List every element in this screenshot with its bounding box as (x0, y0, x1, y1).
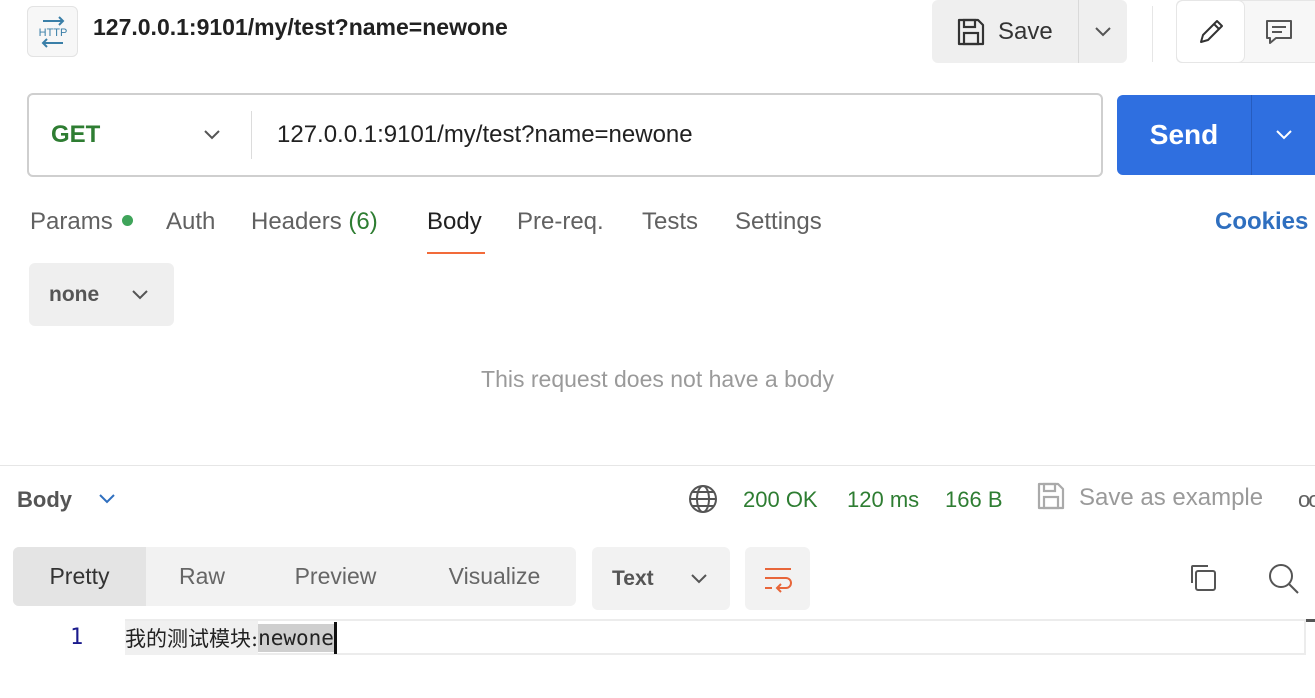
chevron-down-icon (1275, 130, 1292, 140)
tab-prereq[interactable]: Pre-req. (517, 208, 604, 236)
editor-scroll-marker (1306, 619, 1315, 622)
view-tab-pretty[interactable]: Pretty (13, 547, 146, 606)
send-options-button[interactable] (1251, 95, 1315, 175)
response-status[interactable]: 200 OK (743, 487, 818, 513)
toolbar-divider (1152, 6, 1153, 62)
comments-button[interactable] (1244, 1, 1314, 62)
more-options-button[interactable]: oo (1298, 487, 1315, 513)
tab-body[interactable]: Body (427, 208, 482, 236)
globe-icon[interactable] (687, 483, 719, 515)
format-label: Text (612, 566, 654, 590)
code-text-highlighted: newone (258, 624, 334, 652)
pane-divider[interactable] (0, 465, 1315, 466)
text-cursor (333, 622, 337, 654)
view-tab-visualize[interactable]: Visualize (413, 547, 576, 606)
floppy-disk-icon (1037, 482, 1065, 510)
save-as-example-button[interactable]: Save as example (1079, 484, 1263, 512)
method-label: GET (51, 121, 101, 148)
tab-headers[interactable]: Headers (6) (251, 208, 378, 236)
chevron-down-icon (132, 289, 148, 299)
response-time[interactable]: 120 ms (847, 487, 919, 513)
edit-button[interactable] (1177, 1, 1244, 62)
line-number: 1 (70, 625, 84, 650)
send-button[interactable]: Send (1117, 95, 1251, 175)
chevron-down-icon (690, 573, 707, 583)
save-button[interactable]: Save (932, 0, 1078, 63)
headers-count: (6) (348, 208, 378, 235)
copy-icon[interactable] (1186, 561, 1220, 595)
save-options-button[interactable] (1078, 0, 1127, 63)
empty-body-message: This request does not have a body (481, 366, 834, 392)
response-size[interactable]: 166 B (945, 487, 1003, 513)
cookies-link[interactable]: Cookies (1215, 208, 1308, 236)
view-tab-raw[interactable]: Raw (146, 547, 258, 606)
tab-params[interactable]: Params (30, 208, 133, 236)
save-label: Save (998, 17, 1053, 45)
send-group: Send (1117, 95, 1315, 175)
wrap-lines-icon (764, 567, 792, 593)
tab-auth[interactable]: Auth (166, 208, 215, 236)
params-active-dot (121, 215, 133, 226)
save-group: Save (932, 0, 1127, 63)
code-text: 我的测试模块: (125, 621, 259, 655)
comment-icon (1266, 19, 1292, 44)
chevron-down-icon (1095, 26, 1111, 36)
url-input[interactable] (252, 95, 1101, 175)
http-icon: HTTP (27, 6, 78, 57)
chevron-down-icon[interactable] (96, 488, 118, 510)
floppy-disk-icon (957, 18, 985, 45)
tab-tests[interactable]: Tests (642, 208, 698, 236)
tab-headers-label: Headers (251, 208, 342, 235)
tab-settings[interactable]: Settings (735, 208, 822, 236)
tab-params-label: Params (30, 208, 113, 235)
code-line[interactable]: 我的测试模块: newone (125, 621, 337, 655)
response-section-label[interactable]: Body (17, 487, 72, 513)
wrap-lines-button[interactable] (745, 547, 810, 610)
chevron-down-icon (204, 130, 220, 140)
pencil-icon (1199, 19, 1223, 43)
active-tab-indicator (427, 252, 485, 254)
format-select[interactable]: Text (592, 547, 730, 610)
method-select[interactable]: GET (29, 95, 251, 175)
body-type-label: none (49, 282, 100, 306)
response-view-tabs: Pretty Raw Preview Visualize (13, 547, 576, 606)
url-bar: GET (27, 93, 1103, 177)
view-tab-preview[interactable]: Preview (258, 547, 413, 606)
request-title: 127.0.0.1:9101/my/test?name=newone (93, 14, 508, 40)
search-icon[interactable] (1266, 561, 1300, 595)
svg-text:HTTP: HTTP (38, 27, 67, 39)
right-tools (1176, 0, 1315, 63)
body-type-select[interactable]: none (29, 263, 174, 326)
